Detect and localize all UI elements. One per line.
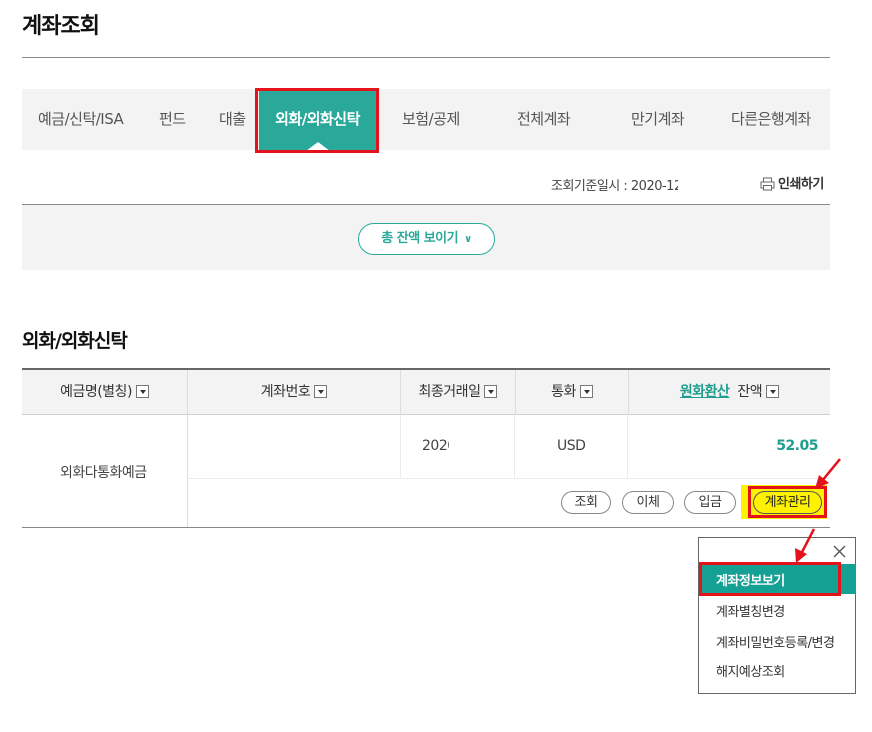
sort-dropdown-icon[interactable] — [314, 385, 328, 398]
header-account-no-label: 계좌번호 — [260, 384, 311, 400]
sort-dropdown-icon[interactable] — [579, 385, 593, 398]
chevron-down-icon: ∨ — [464, 234, 472, 245]
total-balance-area: 총 잔액 보이기 ∨ — [22, 204, 830, 270]
close-icon[interactable] — [833, 545, 846, 558]
deposit-button[interactable]: 입금 — [684, 491, 736, 514]
tab-highlight-box — [255, 88, 379, 153]
table-header: 예금명(별칭) 계좌번호 최종거래일 통화 원화환산 잔액 — [22, 370, 830, 415]
menu-item-change-password[interactable]: 계좌비밀번호등록/변경 — [716, 632, 835, 651]
header-balance-label: 잔액 — [737, 384, 763, 400]
header-currency-label: 통화 — [551, 384, 576, 400]
menu-item-change-alias[interactable]: 계좌별칭변경 — [716, 601, 785, 620]
header-name-label: 예금명(별칭) — [60, 384, 132, 400]
column-divider — [400, 415, 401, 478]
tab-loan[interactable]: 대출 — [219, 89, 246, 150]
tab-matured-accounts[interactable]: 만기계좌 — [631, 89, 685, 150]
currency-code: USD — [557, 438, 586, 454]
sort-dropdown-icon[interactable] — [484, 385, 498, 398]
title-divider — [22, 57, 830, 58]
menu-item-closing-estimate[interactable]: 해지예상조회 — [716, 661, 785, 680]
header-name: 예금명(별칭) — [22, 370, 187, 415]
header-currency: 통화 — [515, 370, 628, 415]
annotation-arrow-icon — [815, 458, 841, 489]
header-account-no: 계좌번호 — [187, 370, 400, 415]
tab-all-accounts[interactable]: 전체계좌 — [517, 89, 571, 150]
row-divider — [187, 478, 830, 479]
inquiry-button[interactable]: 조회 — [561, 491, 611, 514]
show-total-balance-button[interactable]: 총 잔액 보이기 ∨ — [358, 223, 495, 255]
section-title: 외화/외화신탁 — [22, 330, 128, 352]
balance-amount: 52.05 — [776, 438, 818, 454]
tab-insurance[interactable]: 보험/공제 — [402, 89, 460, 150]
account-type-tabs: 예금/신탁/ISA 펀드 대출 외화/외화신탁 보험/공제 전체계좌 만기계좌 … — [22, 89, 830, 151]
column-divider — [514, 415, 515, 478]
column-divider — [627, 415, 628, 478]
print-label: 인쇄하기 — [778, 177, 824, 192]
tab-other-bank-accounts[interactable]: 다른은행계좌 — [731, 89, 811, 150]
header-last-trade: 최종거래일 — [400, 370, 515, 415]
printer-icon — [760, 177, 775, 191]
transfer-button[interactable]: 이체 — [622, 491, 674, 514]
annotation-arrow-icon — [795, 528, 816, 563]
header-last-trade-label: 최종거래일 — [418, 384, 481, 400]
header-balance: 원화환산 잔액 — [628, 370, 830, 415]
krw-conversion-link[interactable]: 원화환산 — [680, 384, 730, 400]
last-trade-date: 2020 — [422, 438, 449, 454]
show-total-balance-label: 총 잔액 보이기 — [381, 231, 459, 246]
sort-dropdown-icon[interactable] — [766, 385, 780, 398]
inquiry-datetime: 조회기준일시 : 2020-12 — [551, 179, 678, 194]
table-bottom-border — [22, 527, 830, 528]
sort-dropdown-icon[interactable] — [135, 385, 149, 398]
menu-item-red-box — [699, 562, 841, 596]
print-button[interactable]: 인쇄하기 — [760, 173, 824, 192]
account-name: 외화다통화예금 — [60, 465, 147, 481]
tab-deposit-trust-isa[interactable]: 예금/신탁/ISA — [38, 89, 124, 150]
page-title: 계좌조회 — [22, 14, 100, 39]
column-divider — [187, 415, 188, 527]
tab-fund[interactable]: 펀드 — [159, 89, 186, 150]
